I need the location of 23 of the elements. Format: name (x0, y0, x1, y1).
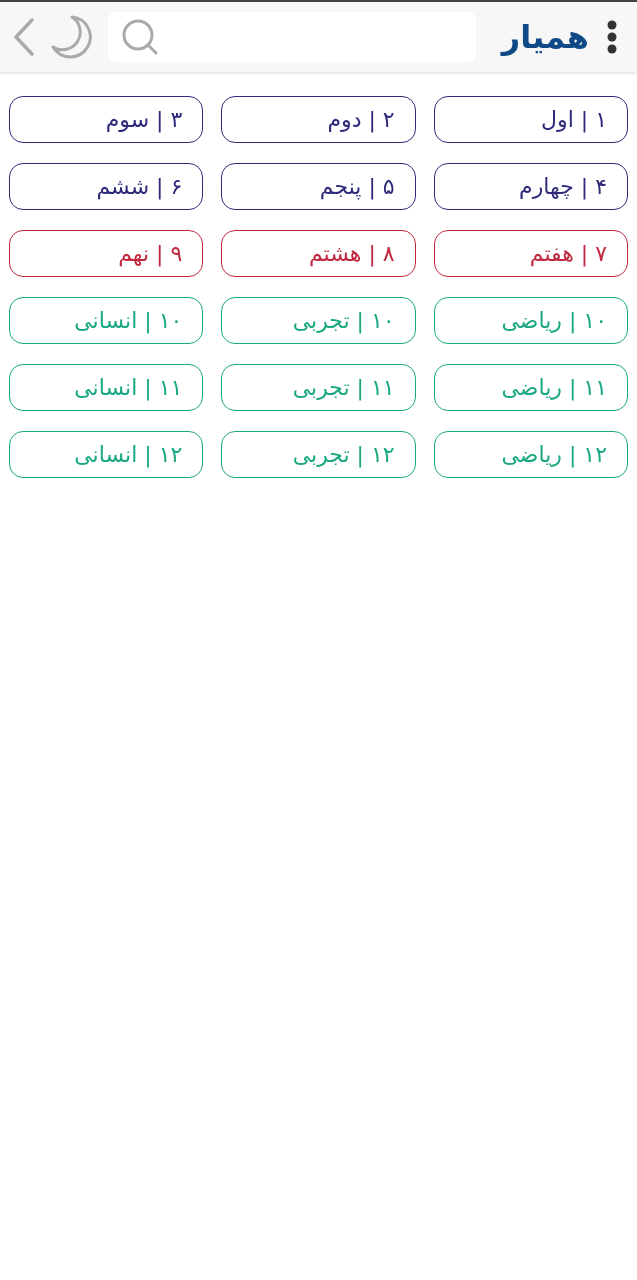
grade-button[interactable]: ۱۰ | تجربی (221, 297, 416, 344)
grade-button[interactable]: ۱۲ | ریاضی (433, 431, 628, 478)
grade-button[interactable]: ۱۱ | ریاضی (433, 364, 628, 411)
search-icon (120, 17, 160, 57)
grade-button[interactable]: ۹ | نهم (9, 230, 204, 277)
grade-button[interactable]: ۴ | چهارم (433, 163, 628, 210)
search-field[interactable] (108, 12, 476, 62)
logo: همیار (501, 18, 589, 56)
grade-button[interactable]: ۶ | ششم (9, 163, 204, 210)
grade-button[interactable]: ۲ | دوم (221, 96, 416, 143)
grade-button[interactable]: ۱۰ | ریاضی (433, 297, 628, 344)
grade-button[interactable]: ۳ | سوم (9, 96, 204, 143)
grade-button[interactable]: ۱۰ | انسانی (9, 297, 204, 344)
grade-button[interactable]: ۱۲ | تجربی (221, 431, 416, 478)
grade-button[interactable]: ۱۱ | انسانی (9, 364, 204, 411)
moon-icon[interactable] (50, 14, 94, 60)
grade-button[interactable]: ۷ | هفتم (433, 230, 628, 277)
grade-button[interactable]: ۱ | اول (433, 96, 628, 143)
back-icon[interactable] (12, 17, 36, 57)
grade-button[interactable]: ۵ | پنجم (221, 163, 416, 210)
grade-button[interactable]: ۱۱ | تجربی (221, 364, 416, 411)
grade-button[interactable]: ۱۲ | انسانی (9, 431, 204, 478)
grade-button[interactable]: ۸ | هشتم (221, 230, 416, 277)
